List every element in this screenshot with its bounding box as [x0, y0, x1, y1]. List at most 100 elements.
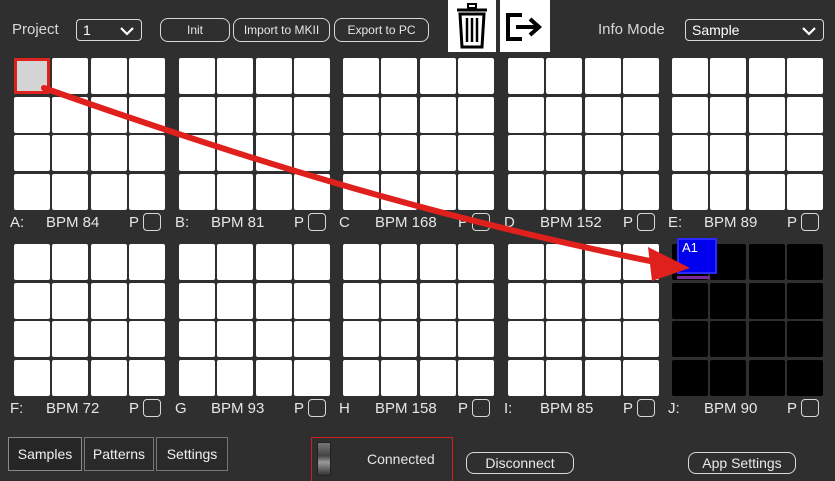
pad-g-16[interactable] [293, 359, 330, 396]
pad-c-5[interactable] [343, 96, 379, 133]
pad-a-5[interactable] [14, 96, 50, 133]
pad-a-16[interactable] [128, 173, 165, 210]
pad-b-4[interactable] [293, 58, 330, 94]
pad-e-3[interactable] [748, 58, 785, 94]
pad-j-12[interactable] [786, 321, 823, 358]
pad-f-13[interactable] [14, 359, 50, 396]
pad-i-7[interactable] [584, 282, 621, 319]
tab-patterns[interactable]: Patterns [84, 437, 154, 471]
pad-h-14[interactable] [381, 359, 418, 396]
pad-e-6[interactable] [710, 96, 747, 133]
dropped-pad-a1[interactable]: A1 [677, 238, 717, 274]
pad-f-16[interactable] [128, 359, 165, 396]
pad-j-9[interactable] [672, 321, 708, 358]
pad-c-7[interactable] [419, 96, 456, 133]
pad-j-5[interactable] [672, 282, 708, 319]
pad-d-5[interactable] [508, 96, 544, 133]
pad-h-10[interactable] [381, 321, 418, 358]
pattern-checkbox[interactable] [801, 399, 819, 417]
pad-b-2[interactable] [217, 58, 254, 94]
pad-g-2[interactable] [217, 244, 254, 280]
pad-e-8[interactable] [786, 96, 823, 133]
pad-a-7[interactable] [90, 96, 127, 133]
pad-b-5[interactable] [179, 96, 215, 133]
pattern-checkbox[interactable] [801, 213, 819, 231]
pad-a-9[interactable] [14, 135, 50, 172]
pad-j-11[interactable] [748, 321, 785, 358]
pad-h-12[interactable] [457, 321, 494, 358]
trash-button[interactable] [448, 0, 496, 52]
pad-e-9[interactable] [672, 135, 708, 172]
app-settings-button[interactable]: App Settings [688, 452, 796, 474]
pad-i-2[interactable] [546, 244, 583, 280]
pad-e-12[interactable] [786, 135, 823, 172]
pad-b-10[interactable] [217, 135, 254, 172]
pad-f-8[interactable] [128, 282, 165, 319]
pad-g-4[interactable] [293, 244, 330, 280]
pad-g-1[interactable] [179, 244, 215, 280]
pad-a-10[interactable] [52, 135, 89, 172]
pad-b-16[interactable] [293, 173, 330, 210]
pad-d-14[interactable] [546, 173, 583, 210]
export-button[interactable] [500, 0, 550, 52]
pad-e-11[interactable] [748, 135, 785, 172]
pad-i-16[interactable] [622, 359, 659, 396]
import-to-mkii-button[interactable]: Import to MKII [233, 18, 330, 42]
pad-j-8[interactable] [786, 282, 823, 319]
pad-c-8[interactable] [457, 96, 494, 133]
pad-c-1[interactable] [343, 58, 379, 94]
pad-c-2[interactable] [381, 58, 418, 94]
pad-h-4[interactable] [457, 244, 494, 280]
pad-i-9[interactable] [508, 321, 544, 358]
pad-g-10[interactable] [217, 321, 254, 358]
pad-d-4[interactable] [622, 58, 659, 94]
export-to-pc-button[interactable]: Export to PC [334, 18, 429, 42]
pad-f-1[interactable] [14, 244, 50, 280]
pad-i-4[interactable] [622, 244, 659, 280]
pattern-checkbox[interactable] [308, 399, 326, 417]
pad-d-10[interactable] [546, 135, 583, 172]
pad-b-12[interactable] [293, 135, 330, 172]
pad-d-12[interactable] [622, 135, 659, 172]
pad-g-12[interactable] [293, 321, 330, 358]
pad-h-2[interactable] [381, 244, 418, 280]
pad-f-5[interactable] [14, 282, 50, 319]
pad-i-14[interactable] [546, 359, 583, 396]
pad-a-13[interactable] [14, 173, 50, 210]
pad-d-15[interactable] [584, 173, 621, 210]
pad-e-16[interactable] [786, 173, 823, 210]
pad-c-9[interactable] [343, 135, 379, 172]
pad-d-1[interactable] [508, 58, 544, 94]
pattern-checkbox[interactable] [143, 213, 161, 231]
pad-b-9[interactable] [179, 135, 215, 172]
pad-c-14[interactable] [381, 173, 418, 210]
pad-d-13[interactable] [508, 173, 544, 210]
pad-f-12[interactable] [128, 321, 165, 358]
pad-g-14[interactable] [217, 359, 254, 396]
pad-d-11[interactable] [584, 135, 621, 172]
pad-e-1[interactable] [672, 58, 708, 94]
pad-g-13[interactable] [179, 359, 215, 396]
pad-c-3[interactable] [419, 58, 456, 94]
pad-j-16[interactable] [786, 359, 823, 396]
pad-b-13[interactable] [179, 173, 215, 210]
pad-e-4[interactable] [786, 58, 823, 94]
pad-h-16[interactable] [457, 359, 494, 396]
pad-a-11[interactable] [90, 135, 127, 172]
pad-f-4[interactable] [128, 244, 165, 280]
pad-j-3[interactable] [748, 244, 785, 280]
pad-c-10[interactable] [381, 135, 418, 172]
pad-d-16[interactable] [622, 173, 659, 210]
pad-c-13[interactable] [343, 173, 379, 210]
pattern-checkbox[interactable] [637, 213, 655, 231]
pad-a-12[interactable] [128, 135, 165, 172]
pattern-checkbox[interactable] [308, 213, 326, 231]
pad-e-2[interactable] [710, 58, 747, 94]
pad-a-3[interactable] [90, 58, 127, 94]
pattern-checkbox[interactable] [143, 399, 161, 417]
pad-g-11[interactable] [255, 321, 292, 358]
pad-i-15[interactable] [584, 359, 621, 396]
pad-g-9[interactable] [179, 321, 215, 358]
pad-a-8[interactable] [128, 96, 165, 133]
pad-c-11[interactable] [419, 135, 456, 172]
